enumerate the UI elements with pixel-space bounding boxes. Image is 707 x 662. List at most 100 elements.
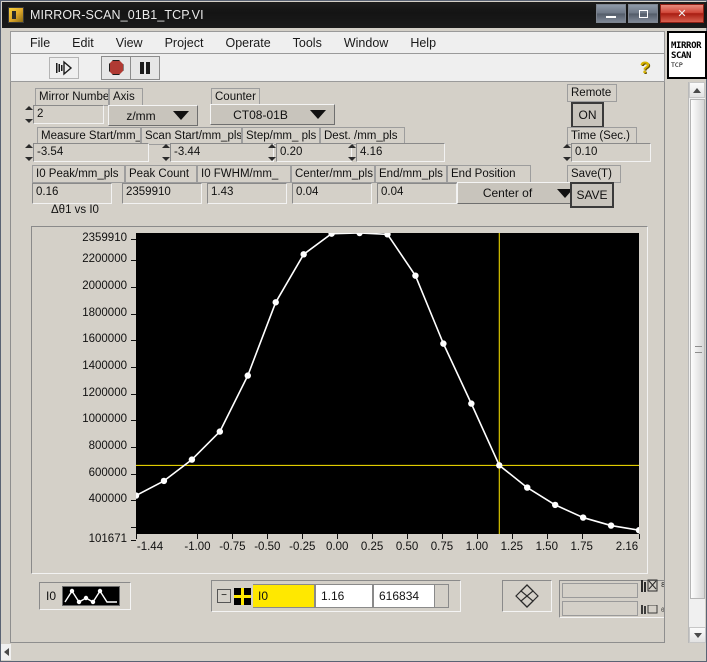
cursor-x-value[interactable]: 1.16 (315, 584, 373, 608)
menu-item-project[interactable]: Project (154, 34, 215, 52)
x-axis-tick (441, 534, 443, 539)
menu-item-help[interactable]: Help (399, 34, 447, 52)
remote-label: Remote (567, 84, 617, 102)
pan-tool-button[interactable]: 8.88 (660, 579, 664, 599)
close-button[interactable]: ✕ (660, 4, 704, 23)
pan-tool-icon-2: 0.00 (661, 607, 665, 614)
y-axis-label: 1800000 (82, 306, 127, 319)
remote-toggle[interactable]: ON (571, 102, 604, 128)
menu-item-view[interactable]: View (105, 34, 154, 52)
front-panel: Mirror Number Axis Counter Remote 2 z/mm… (10, 82, 665, 643)
x-axis-tick (337, 534, 339, 539)
time-sec-stepper[interactable] (562, 144, 571, 161)
run-continuously-icon (56, 59, 73, 76)
abort-execution-button[interactable] (102, 56, 131, 79)
x-axis-label: -0.75 (219, 541, 246, 553)
window-title: MIRROR-SCAN_01B1_TCP.VI (30, 8, 204, 22)
plot-legend[interactable]: I0 (39, 582, 131, 610)
cursor-name[interactable]: I0 (253, 584, 315, 608)
scroll-down-button[interactable] (689, 627, 706, 643)
execution-buttons (101, 55, 160, 80)
x-axis-label: 0.25 (360, 541, 384, 553)
x-axis-tick (267, 534, 269, 539)
vi-icon-line1: MIRROR (671, 41, 702, 51)
cursor-scroll-handle[interactable] (435, 584, 449, 608)
xy-graph[interactable]: 101671 400000 600000 800000 1000000 1200000 14… (31, 226, 648, 574)
y-axis-label: 2359910 (82, 232, 127, 244)
cursor-mover-icon (515, 584, 539, 608)
i0-peak-indicator: 0.16 (32, 183, 112, 204)
measure-start-input[interactable]: -3.54 (33, 143, 149, 162)
menu-item-file[interactable]: File (19, 34, 61, 52)
chevron-down-icon (173, 111, 189, 120)
y-axis-label: 101671 (88, 533, 127, 545)
menu-item-operate[interactable]: Operate (214, 34, 281, 52)
counter-value: CT08-01B (233, 107, 288, 122)
plot-area[interactable] (136, 233, 639, 534)
cursor-mover-palette[interactable] (502, 580, 552, 612)
zoom-tool-button-2[interactable] (641, 602, 658, 620)
toolbar: ? (10, 54, 665, 82)
graph-scale-slot-x[interactable] (562, 582, 638, 598)
cursor-legend[interactable]: − I0 1.16 616834 (211, 580, 461, 612)
menu-item-edit[interactable]: Edit (61, 34, 105, 52)
step-stepper[interactable] (267, 144, 276, 161)
context-help-button[interactable]: ? (634, 57, 656, 79)
time-sec-input[interactable]: 0.10 (571, 143, 651, 162)
minimize-button[interactable] (596, 4, 626, 23)
x-axis-tick (581, 534, 583, 539)
svg-text:0.00: 0.00 (661, 607, 665, 614)
maximize-button[interactable] (628, 4, 658, 23)
menu-item-window[interactable]: Window (333, 34, 399, 52)
run-continuously-button[interactable] (49, 56, 79, 79)
x-axis-tick (476, 534, 478, 539)
plot-style-icon[interactable] (62, 586, 121, 606)
dest-stepper[interactable] (347, 144, 356, 161)
cursor-y-value[interactable]: 616834 (373, 584, 435, 608)
axis-label: Axis (109, 88, 143, 106)
scroll-up-button[interactable] (689, 82, 705, 98)
zoom-tool-button[interactable] (641, 579, 658, 599)
x-axis-label: 0.00 (325, 541, 349, 553)
scroll-thumb[interactable] (690, 99, 705, 599)
x-axis-label: 0.75 (430, 541, 454, 553)
pause-icon (140, 61, 150, 74)
cursor-collapse-button[interactable]: − (217, 589, 231, 603)
mirror-number-input[interactable]: 2 (33, 105, 104, 124)
x-axis-tick (232, 534, 234, 539)
end-label: End/mm_pls (375, 165, 447, 183)
scan-start-stepper[interactable] (161, 144, 170, 161)
i0-fwhm-indicator: 1.43 (207, 183, 287, 204)
menu-item-tools[interactable]: Tools (282, 34, 333, 52)
mirror-number-label: Mirror Number (35, 88, 109, 106)
axis-select[interactable]: z/mm (108, 105, 198, 126)
scan-start-input[interactable]: -3.44 (170, 143, 274, 162)
measure-start-stepper[interactable] (24, 144, 33, 161)
pan-tool-button-2[interactable]: 0.00 (660, 602, 665, 620)
save-button[interactable]: SAVE (570, 182, 614, 208)
end-position-select[interactable]: Center of (457, 182, 582, 204)
x-axis-label: -1.44 (136, 541, 164, 553)
panel-vertical-scrollbar[interactable] (688, 82, 706, 643)
dest-input[interactable]: 4.16 (356, 143, 445, 162)
x-axis-label: 1.00 (465, 541, 489, 553)
y-axis-label: 1000000 (82, 413, 127, 426)
peak-count-label: Peak Count (125, 165, 197, 183)
panel-horizontal-scroll-left[interactable] (1, 644, 11, 660)
labview-vi-icon (8, 7, 24, 23)
x-axis-label: 1.25 (500, 541, 524, 553)
graph-scale-slot-y[interactable] (562, 600, 638, 616)
waveform-icon (64, 588, 118, 605)
counter-select[interactable]: CT08-01B (210, 104, 335, 125)
step-input[interactable]: 0.20 (276, 143, 352, 162)
center-label: Center/mm_pls (291, 165, 375, 183)
mirror-number-stepper[interactable] (24, 106, 33, 123)
vi-icon-pane[interactable]: MIRROR SCAN TCP (667, 31, 707, 79)
pause-button[interactable] (131, 56, 159, 79)
end-position-value: Center of (482, 186, 533, 200)
zoom-tool-icon-2 (641, 604, 658, 614)
i0-fwhm-label: I0 FWHM/mm_ (197, 165, 291, 183)
save-label: Save(T) (567, 165, 621, 183)
y-axis-label: 1200000 (82, 386, 127, 399)
graph-tools-palette[interactable]: 8.88 0.00 (559, 579, 665, 620)
